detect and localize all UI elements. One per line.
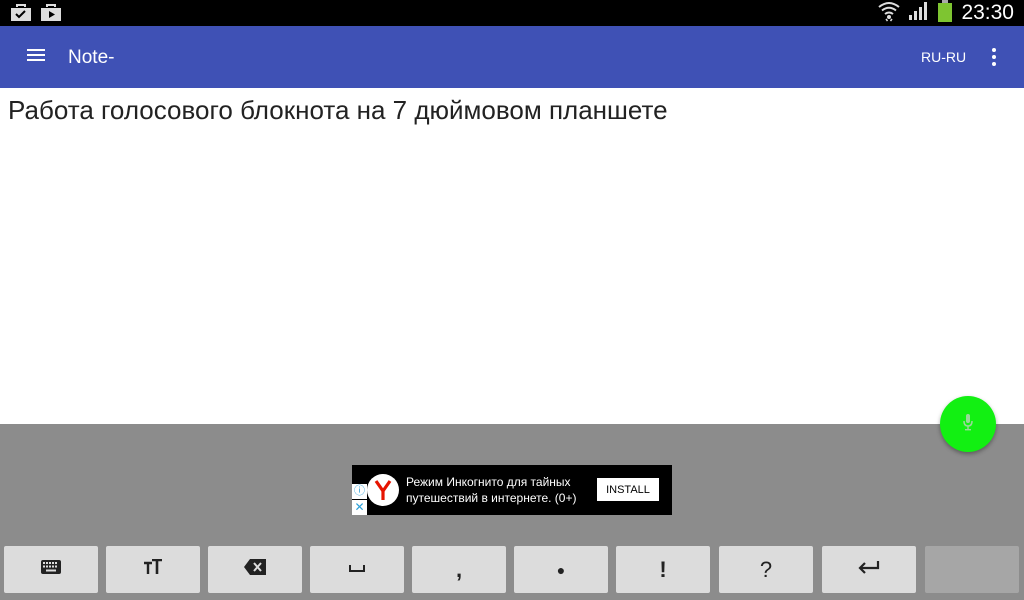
yandex-logo — [367, 474, 399, 506]
ad-banner[interactable]: ⓘ ✕ Режим Инкогнито для тайных путешеств… — [352, 465, 672, 515]
ad-text-line1: Режим Инкогнито для тайных — [406, 475, 571, 489]
punctuation-toolbar: , ● ! ? — [4, 546, 1020, 594]
clock: 23:30 — [961, 1, 1014, 24]
wifi-icon — [877, 0, 901, 27]
ad-install-button[interactable]: INSTALL — [597, 478, 659, 501]
ad-text: Режим Инкогнито для тайных путешествий в… — [406, 474, 576, 506]
question-key-label: ? — [759, 556, 773, 582]
question-key[interactable]: ? — [719, 546, 813, 593]
enter-icon — [858, 560, 880, 579]
ad-text-line2: путешествий в интернете. (0+) — [406, 491, 577, 505]
shopping-bag-play-icon — [40, 3, 62, 22]
system-icons: 23:30 — [877, 0, 1014, 26]
status-bar: 23:30 — [0, 0, 1024, 26]
microphone-icon — [961, 413, 975, 436]
app-title: Note- — [68, 47, 115, 68]
text-size-key[interactable] — [106, 546, 200, 593]
menu-button[interactable] — [18, 43, 54, 71]
note-text[interactable]: Работа голосового блокнота на 7 дюймовом… — [8, 95, 668, 126]
comma-key[interactable]: , — [412, 546, 506, 593]
period-key[interactable]: ● — [514, 546, 608, 593]
ad-close-icon[interactable]: ✕ — [352, 500, 367, 515]
ad-info-icon[interactable]: ⓘ — [352, 484, 367, 499]
cellular-signal-icon — [907, 1, 931, 26]
text-size-icon — [143, 558, 163, 580]
exclamation-key-label: ! — [659, 556, 667, 582]
app-bar: Note- RU-RU — [0, 26, 1024, 88]
period-key-label: ● — [556, 561, 566, 578]
dot-icon — [992, 62, 996, 66]
keyboard-icon — [40, 559, 62, 580]
microphone-button[interactable] — [940, 396, 996, 452]
battery-icon — [937, 0, 953, 27]
backspace-key[interactable] — [208, 546, 302, 593]
notification-icons — [10, 3, 62, 22]
note-editor[interactable]: Работа голосового блокнота на 7 дюймовом… — [0, 88, 1024, 424]
space-key[interactable] — [310, 546, 404, 593]
empty-key[interactable] — [925, 546, 1019, 593]
language-selector[interactable]: RU-RU — [921, 49, 966, 65]
enter-key[interactable] — [822, 546, 916, 593]
space-icon — [348, 561, 366, 579]
exclamation-key[interactable]: ! — [616, 546, 710, 593]
shopping-bag-check-icon — [10, 3, 32, 22]
dot-icon — [992, 48, 996, 52]
keyboard-key[interactable] — [4, 546, 98, 593]
dot-icon — [992, 55, 996, 59]
hamburger-menu-icon — [26, 47, 46, 68]
overflow-menu-button[interactable] — [982, 43, 1006, 71]
backspace-icon — [243, 558, 267, 581]
comma-key-label: , — [455, 556, 463, 582]
